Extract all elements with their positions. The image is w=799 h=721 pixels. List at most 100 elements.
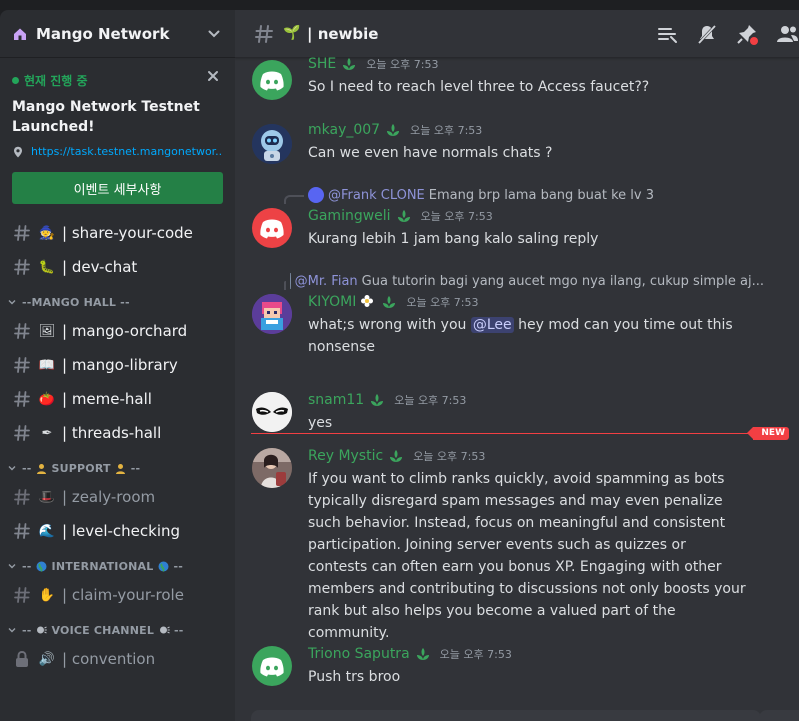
hash-icon [255,24,273,43]
message[interactable]: SHE 오늘 오후 7:53 So I need to reach level … [235,56,799,104]
channel-name: | meme-hall [62,390,152,408]
channel-zealy-room[interactable]: 🎩 | zealy-room [0,480,227,514]
live-dot [12,77,19,84]
channel-name: | mango-library [62,356,178,374]
channel-share-your-code[interactable]: 🧙 | share-your-code [0,216,227,250]
home-icon [12,26,28,42]
message[interactable]: Rey Mystic 오늘 오후 7:53 If you want to cli… [235,446,799,641]
message-body: SHE 오늘 오후 7:53 So I need to reach level … [308,54,789,98]
window-top-strip [0,0,799,10]
channel-name: | convention [62,650,156,668]
channel-claim-your-role[interactable]: ✋ | claim-your-role [0,578,227,612]
channel-mango-library[interactable]: 📖 | mango-library [0,348,227,382]
message-text: Kurang lebih 1 jam bang kalo saling repl… [308,231,599,247]
message-text: If you want to climb ranks quickly, avoi… [308,471,746,641]
channel-emoji: 🌊 [38,523,56,539]
chat-area: 🌱 | newbie SHE 오늘 오후 7:53 So I need to r… [235,10,799,721]
username[interactable]: Triono Saputra [308,646,410,662]
category-dashes: -- [173,559,183,573]
username[interactable]: Gamingweli [308,208,391,224]
member-list-icon[interactable] [775,22,799,46]
message[interactable]: @Frank CLONE Emang brp lama bang buat ke… [235,186,799,256]
message-header: snam11 오늘 오후 7:53 [308,390,789,410]
message[interactable]: mkay_007 오늘 오후 7:53 Can we even have nor… [235,122,799,170]
avatar[interactable] [252,392,292,432]
timestamp: 오늘 오후 7:53 [413,450,486,463]
category-voice-channel[interactable]: -- VOICE CHANNEL -- [0,618,235,642]
reply-spine [284,195,304,204]
category-dashes: -- [22,623,32,637]
timestamp: 오늘 오후 7:53 [366,58,439,71]
person-icon [36,462,48,474]
avatar[interactable] [252,448,292,488]
message-body: Rey Mystic 오늘 오후 7:53 If you want to cli… [308,446,789,644]
lock-icon [12,649,32,669]
avatar[interactable] [252,646,292,686]
username[interactable]: snam11 [308,392,364,408]
username[interactable]: SHE [308,56,336,72]
channel-emoji: ✒ [41,425,53,441]
category-label: VOICE CHANNEL [51,623,155,637]
channel-name: | zealy-room [62,488,156,506]
user-mention[interactable]: @Lee [470,317,514,333]
message[interactable]: Triono Saputra 오늘 오후 7:53 Push trs broo [235,644,799,690]
category-international[interactable]: -- INTERNATIONAL -- [0,554,235,578]
channel-name: | level-checking [62,522,181,540]
leaf-badge-icon [380,294,398,310]
reply-preview[interactable]: @Mr. Fian Gua tutorin bagi yang aucet mg… [284,272,764,290]
chevron-down-icon[interactable] [205,25,223,43]
channel-dev-chat[interactable]: 🐛 | dev-chat [0,250,227,284]
message-header: mkay_007 오늘 오후 7:53 [308,120,789,140]
threads-icon[interactable] [655,22,679,46]
pin-icon[interactable] [735,22,759,46]
category-label: SUPPORT [51,461,111,475]
category-dashes: -- [22,559,32,573]
speaking-head-icon [158,624,170,636]
username[interactable]: KIYOMI [308,294,356,310]
category-support[interactable]: -- SUPPORT -- [0,456,235,480]
channel-name: | claim-your-role [62,586,184,604]
message[interactable]: @Mr. Fian Gua tutorin bagi yang aucet mg… [235,272,799,366]
event-link[interactable]: https://task.testnet.mangonetwor... [12,145,223,158]
channel-emoji: 🐛 [38,259,56,275]
hash-icon [12,521,32,541]
username[interactable]: Rey Mystic [308,448,383,464]
category-dashes: -- [130,461,141,475]
category-mango-hall[interactable]: --MANGO HALL -- [0,290,235,314]
channel-mango-orchard[interactable]: 🖼 | mango-orchard [0,314,227,348]
close-icon[interactable] [205,68,221,84]
reply-spine [284,281,287,290]
new-badge: NEW [747,427,789,440]
reply-username[interactable]: @Frank CLONE [328,188,425,203]
reply-username[interactable]: @Mr. Fian [295,274,358,289]
speaking-head-icon [36,624,48,636]
reply-preview[interactable]: @Frank CLONE Emang brp lama bang buat ke… [284,186,654,204]
event-status: 현재 진행 중 [12,72,223,89]
message-input-side[interactable] [759,710,799,721]
category-dashes: -- [174,623,184,637]
timestamp: 오늘 오후 7:53 [439,648,512,661]
avatar[interactable] [252,124,292,164]
message[interactable]: snam11 오늘 오후 7:53 yes [235,382,799,432]
channel-emoji: 🔊 [38,651,56,667]
channel-threads-hall[interactable]: ✒ | threads-hall [0,416,227,450]
avatar[interactable] [252,294,292,334]
message-header: Rey Mystic 오늘 오후 7:53 [308,446,789,466]
leaf-badge-icon [387,448,405,464]
avatar[interactable] [252,60,292,100]
mute-notifications-icon[interactable] [695,22,719,46]
channel-level-checking[interactable]: 🌊 | level-checking [0,514,227,548]
username[interactable]: mkay_007 [308,122,380,138]
channel-meme-hall[interactable]: 🍅 | meme-hall [0,382,227,416]
leaf-badge-icon [395,208,413,224]
channel-emoji: 🎩 [38,489,56,505]
message-header: SHE 오늘 오후 7:53 [308,54,789,74]
channel-convention[interactable]: 🔊 | convention [0,642,227,676]
server-header[interactable]: Mango Network [0,10,235,58]
channel-header: 🌱 | newbie [235,10,799,58]
message-input[interactable] [251,710,761,721]
new-messages-divider [251,433,789,434]
avatar[interactable] [252,208,292,248]
chevron-down-icon [6,296,18,308]
event-details-button[interactable]: 이벤트 세부사항 [12,172,223,204]
